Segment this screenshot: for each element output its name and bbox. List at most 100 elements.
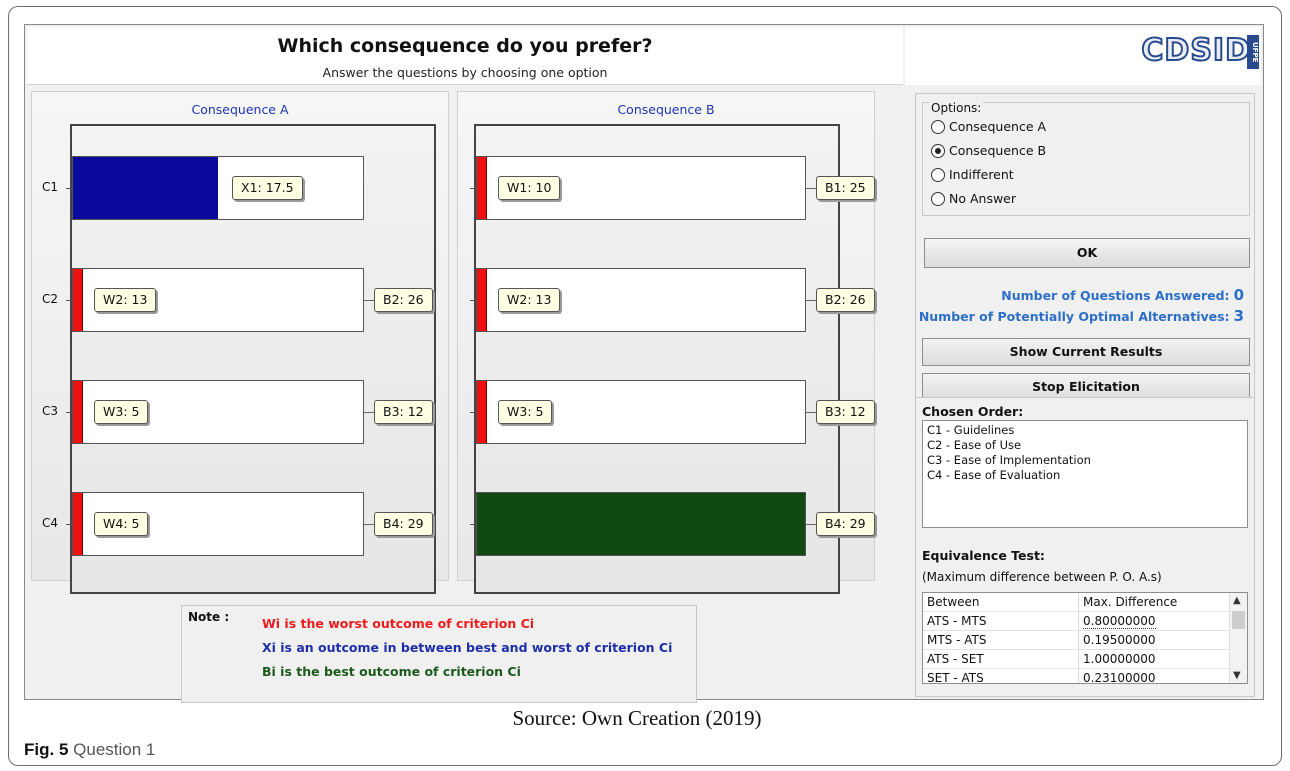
table-row[interactable]: ATS - MTS 0.80000000 (923, 612, 1229, 631)
outcome-tag: W4: 5 (94, 512, 149, 536)
list-item: C4 - Ease of Evaluation (927, 468, 1061, 482)
outcome-tag: W1: 10 (498, 176, 561, 200)
consequence-b-title: Consequence B (617, 102, 715, 117)
note-label: Note : (188, 610, 230, 624)
header-max-difference: Max. Difference (1083, 595, 1178, 609)
options-group: Options: Consequence A Consequence B Ind… (922, 101, 1250, 216)
tag-connector (806, 524, 816, 525)
question-header: Which consequence do you prefer? Answer … (27, 27, 903, 85)
outcome-tag: B2: 26 (374, 288, 433, 312)
option-label: Indifferent (949, 167, 1014, 182)
axis-label: C4 (42, 516, 59, 530)
outcome-tag: W3: 5 (94, 400, 149, 424)
list-item: C2 - Ease of Use (927, 438, 1022, 452)
note-worst: Wi is the worst outcome of criterion Ci (262, 616, 535, 631)
red-fill (73, 381, 83, 443)
table-scrollbar[interactable]: ▲ ▼ (1229, 593, 1247, 683)
optimal-alternatives: Number of Potentially Optimal Alternativ… (919, 307, 1244, 325)
red-fill (477, 157, 487, 219)
consequence-b-panel: Consequence B W1: 10 B1: 25 W2: 13 B2: 26 W3… (457, 91, 875, 594)
control-panel: Options: Consequence A Consequence B Ind… (915, 93, 1255, 403)
tag-connector (364, 300, 374, 301)
axis-label: C1 (42, 180, 59, 194)
outcome-tag: B3: 12 (816, 400, 875, 424)
options-legend: Options: (929, 101, 984, 115)
question-title: Which consequence do you prefer? (277, 35, 653, 57)
option-label: No Answer (949, 191, 1017, 206)
table-row[interactable]: SET - ATS 0.23100000 (923, 669, 1229, 684)
scroll-up-icon[interactable]: ▲ (1233, 595, 1241, 606)
radio-circle[interactable] (931, 191, 945, 206)
figure-caption: Source: Own Creation (2019) (512, 706, 762, 730)
option-label: Consequence A (949, 119, 1047, 134)
tag-connector (806, 188, 816, 189)
row-between: SET - ATS (927, 671, 984, 684)
row-between: ATS - MTS (927, 614, 987, 628)
option-label: Consequence B (949, 143, 1047, 158)
outcome-tag: B3: 12 (374, 400, 433, 424)
tag-connector (806, 412, 816, 413)
row-max-difference: 0.80000000 (1083, 614, 1156, 629)
option-consequence-a[interactable]: Consequence A (931, 119, 1046, 134)
outcome-tag: B4: 29 (816, 512, 875, 536)
question-subtitle: Answer the questions by choosing one opt… (322, 65, 608, 80)
logo-side-text: UFPE (1247, 35, 1259, 69)
outcome-tag: X1: 17.5 (232, 176, 303, 200)
ok-button[interactable]: OK (924, 238, 1250, 268)
tag-connector (806, 300, 816, 301)
equivalence-title: Equivalence Test: (922, 548, 1045, 563)
tag-connector (364, 412, 374, 413)
table-row[interactable]: MTS - ATS 0.19500000 (923, 631, 1229, 650)
criterion-bar (72, 156, 364, 220)
consequence-a-panel: Consequence A C1 X1: 17.5 C2 W2: 13 B2: 26 C3… (31, 91, 449, 594)
red-fill (73, 493, 83, 555)
app-window: Which consequence do you prefer? Answer … (24, 24, 1264, 703)
questions-answered-label: Number of Questions Answered: (1001, 288, 1230, 303)
red-fill (73, 269, 83, 331)
option-indifferent[interactable]: Indifferent (931, 167, 1014, 182)
logo-text: CDSID (1140, 32, 1251, 69)
logo: CDSID UFPE (905, 27, 1261, 85)
radio-circle[interactable] (931, 167, 945, 182)
green-fill (477, 493, 805, 555)
optimal-alternatives-value: 3 (1233, 307, 1244, 325)
note-box: Note : Wi is the worst outcome of criter… (181, 605, 697, 703)
option-no-answer[interactable]: No Answer (931, 191, 1016, 206)
outcome-tag: B4: 29 (374, 512, 433, 536)
red-fill (477, 269, 487, 331)
scroll-down-icon[interactable]: ▼ (1233, 670, 1241, 681)
outcome-tag: W3: 5 (498, 400, 553, 424)
row-between: ATS - SET (927, 652, 984, 666)
table-header: Between Max. Difference (923, 593, 1229, 612)
consequence-a-title: Consequence A (191, 102, 289, 117)
equivalence-subtitle: (Maximum difference between P. O. A.s) (922, 570, 1162, 584)
show-results-button[interactable]: Show Current Results (922, 338, 1250, 366)
figure-label: Fig. 5 Question 1 (24, 740, 155, 760)
figure-title: Question 1 (73, 740, 156, 759)
row-between: MTS - ATS (927, 633, 987, 647)
outcome-tag: B2: 26 (816, 288, 875, 312)
row-max-difference: 1.00000000 (1083, 652, 1156, 666)
list-item: C3 - Ease of Implementation (927, 453, 1091, 467)
chosen-order-title: Chosen Order: (922, 404, 1024, 419)
note-best: Bi is the best outcome of criterion Ci (262, 664, 521, 679)
red-fill (477, 381, 487, 443)
radio-circle[interactable] (931, 119, 945, 134)
outcome-tag: W2: 13 (94, 288, 157, 312)
scroll-thumb[interactable] (1232, 611, 1245, 629)
order-panel: Chosen Order: C1 - Guidelines C2 - Ease … (915, 397, 1255, 697)
questions-answered: Number of Questions Answered: 0 (1001, 286, 1244, 304)
radio-circle-checked[interactable] (931, 143, 945, 158)
axis-label: C2 (42, 292, 59, 306)
equivalence-table[interactable]: Between Max. Difference ATS - MTS 0.8000… (922, 592, 1248, 684)
note-between: Xi is an outcome in between best and wor… (262, 640, 673, 655)
row-max-difference: 0.19500000 (1083, 633, 1156, 647)
header-between: Between (927, 595, 980, 609)
option-consequence-b[interactable]: Consequence B (931, 143, 1046, 158)
table-row[interactable]: ATS - SET 1.00000000 (923, 650, 1229, 669)
blue-fill (73, 157, 218, 219)
chosen-order-list[interactable]: C1 - Guidelines C2 - Ease of Use C3 - Ea… (922, 420, 1248, 528)
figure-number: Fig. 5 (24, 740, 69, 759)
axis-label: C3 (42, 404, 59, 418)
list-item: C1 - Guidelines (927, 423, 1015, 437)
